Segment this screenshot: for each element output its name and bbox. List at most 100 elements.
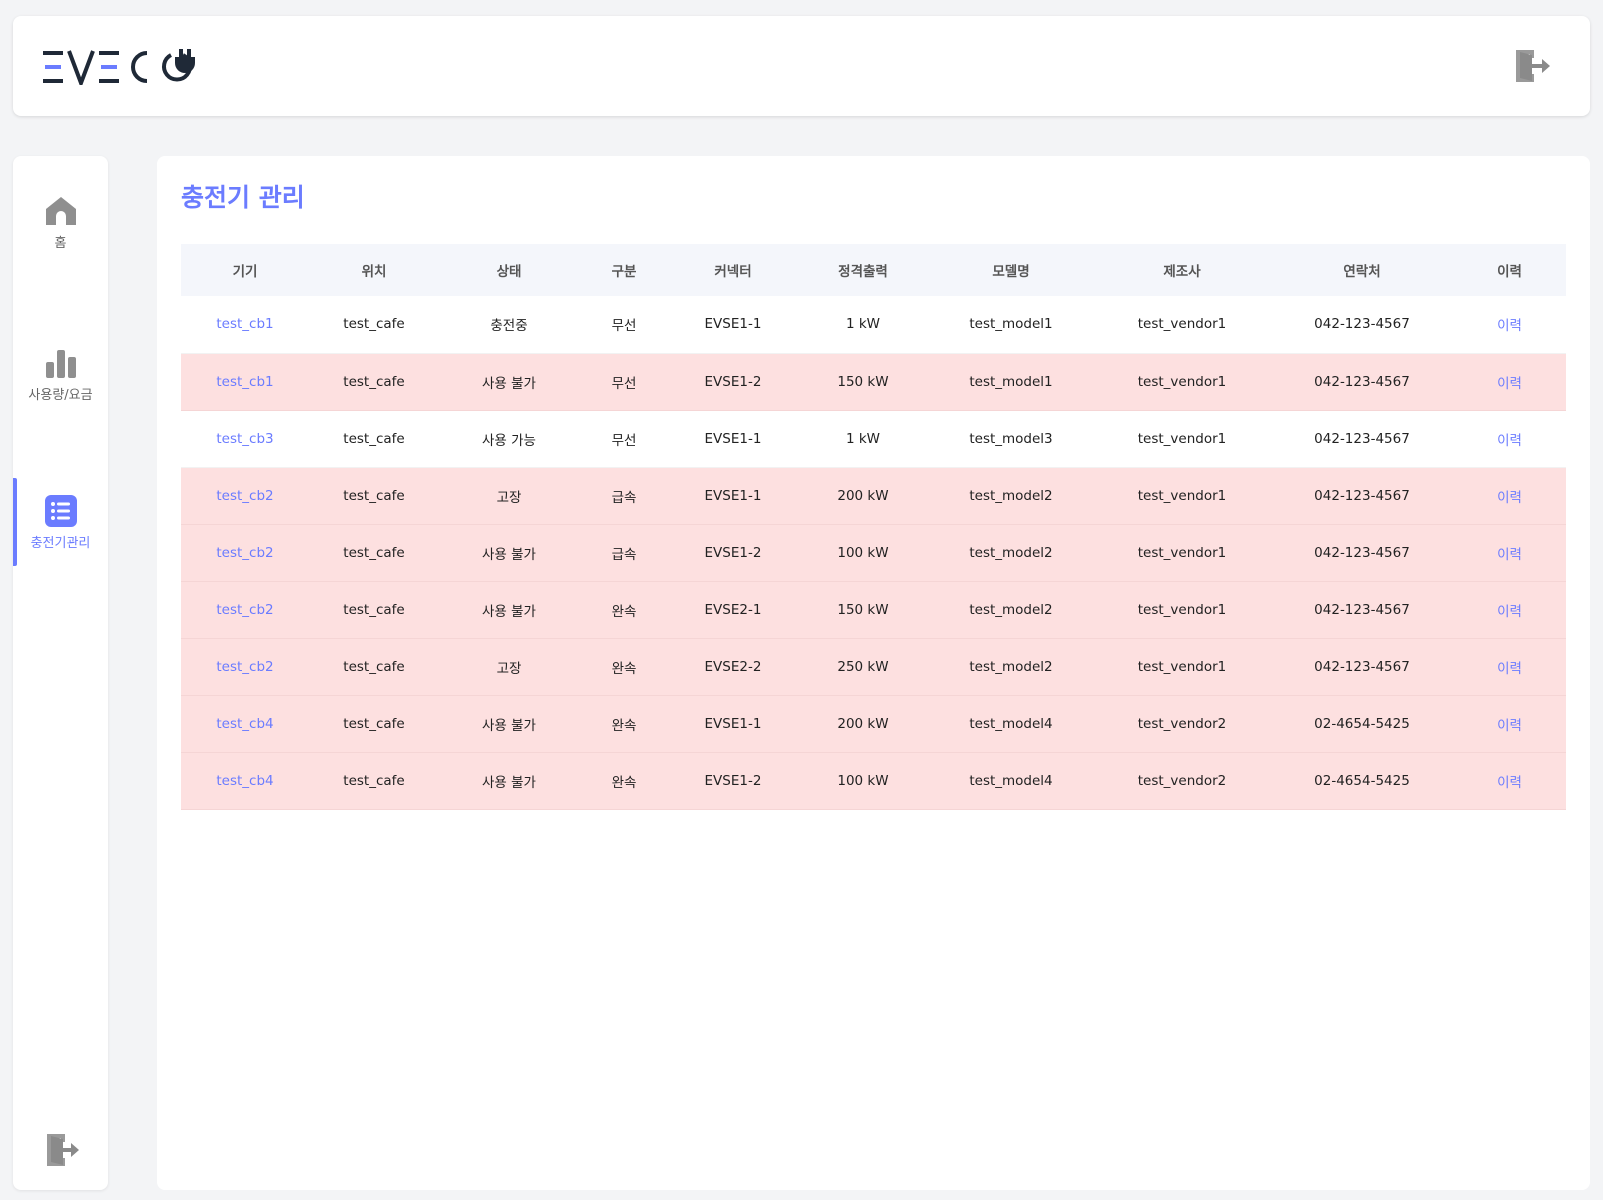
history-link[interactable]: 이력: [1453, 296, 1566, 353]
model-cell: test_model2: [969, 601, 1053, 618]
rated-output-cell: 1 kW: [845, 316, 881, 333]
device-cell[interactable]: test_cb2: [181, 467, 309, 524]
history-link[interactable]: 이력: [1453, 467, 1566, 524]
history-link[interactable]: 이력: [1453, 410, 1566, 467]
rated-output-cell: 250 kW: [837, 658, 889, 675]
status-cell: 사용 불가: [482, 717, 536, 734]
history-link[interactable]: 이력: [1453, 353, 1566, 410]
table-row[interactable]: test_cb2 test_cafe 사용 불가 완속 EVSE2-1 150 kW tes…: [181, 581, 1566, 638]
device-cell[interactable]: test_cb2: [181, 524, 309, 581]
status-cell: 충전중: [490, 318, 528, 335]
vendor-cell: test_vendor1: [1137, 316, 1227, 333]
history-link[interactable]: 이력: [1453, 638, 1566, 695]
sidebar-item-charger-management[interactable]: 충전기관리: [13, 478, 108, 566]
table-row[interactable]: test_cb2 test_cafe 사용 불가 급속 EVSE1-2 100 kW tes…: [181, 524, 1566, 581]
device-cell[interactable]: test_cb2: [181, 581, 309, 638]
location-cell: test_cafe: [343, 715, 405, 732]
connector-cell: EVSE1-1: [704, 715, 762, 732]
device-cell[interactable]: test_cb2: [181, 638, 309, 695]
table-row[interactable]: test_cb1 test_cafe 사용 불가 무선 EVSE1-2 150 kW tes…: [181, 353, 1566, 410]
vendor-cell: test_vendor2: [1137, 772, 1227, 789]
contact-cell: 042-123-4567: [1314, 601, 1410, 618]
contact-cell: 042-123-4567: [1314, 544, 1410, 561]
sidebar-item-label: 사용량/요금: [28, 387, 93, 403]
type-cell: 급속: [611, 546, 637, 563]
column-header: 위치: [361, 264, 387, 280]
model-cell: test_model4: [969, 715, 1053, 732]
column-header: 모델명: [992, 264, 1030, 280]
contact-cell: 042-123-4567: [1314, 316, 1410, 333]
table-row[interactable]: test_cb3 test_cafe 사용 가능 무선 EVSE1-1 1 kW test_…: [181, 410, 1566, 467]
column-header: 구분: [611, 264, 637, 280]
device-cell[interactable]: test_cb1: [181, 296, 309, 353]
connector-cell: EVSE1-2: [704, 772, 762, 789]
history-link[interactable]: 이력: [1453, 524, 1566, 581]
sidebar-item-usage[interactable]: 사용량/요금: [13, 330, 108, 418]
device-cell[interactable]: test_cb4: [181, 752, 309, 809]
device-cell[interactable]: test_cb3: [181, 410, 309, 467]
device-cell[interactable]: test_cb4: [181, 695, 309, 752]
connector-cell: EVSE1-1: [704, 487, 762, 504]
model-cell: test_model3: [969, 430, 1053, 447]
contact-cell: 02-4654-5425: [1314, 715, 1410, 732]
connector-cell: EVSE2-1: [704, 601, 762, 618]
column-header: 상태: [496, 264, 522, 280]
contact-cell: 042-123-4567: [1314, 373, 1410, 390]
history-link[interactable]: 이력: [1453, 581, 1566, 638]
vendor-cell: test_vendor1: [1137, 430, 1227, 447]
table-row[interactable]: test_cb2 test_cafe 고장 급속 EVSE1-1 200 kW test_m…: [181, 467, 1566, 524]
table-row[interactable]: test_cb2 test_cafe 고장 완속 EVSE2-2 250 kW test_m…: [181, 638, 1566, 695]
column-header: 기기: [232, 264, 258, 280]
rated-output-cell: 200 kW: [837, 715, 889, 732]
charger-table: 기기 위치 상태 구분 커넥터 정격출력 모델명 제조사 연락처 이력 test…: [181, 244, 1566, 810]
status-cell: 사용 불가: [482, 546, 536, 563]
connector-cell: EVSE2-2: [704, 658, 762, 675]
sidebar: 홈 사용량/요금 충전기관리: [13, 156, 108, 1190]
model-cell: test_model1: [969, 316, 1053, 333]
device-cell[interactable]: test_cb1: [181, 353, 309, 410]
connector-cell: EVSE1-1: [704, 430, 762, 447]
column-header: 정격출력: [838, 264, 888, 280]
status-cell: 사용 가능: [482, 432, 536, 449]
type-cell: 급속: [611, 489, 637, 506]
column-header: 이력: [1497, 264, 1522, 280]
contact-cell: 042-123-4567: [1314, 487, 1410, 504]
rated-output-cell: 150 kW: [837, 373, 889, 390]
type-cell: 무선: [611, 375, 637, 392]
status-cell: 사용 불가: [482, 375, 536, 392]
type-cell: 무선: [611, 432, 637, 449]
location-cell: test_cafe: [343, 544, 405, 561]
model-cell: test_model4: [969, 772, 1053, 789]
logout-icon[interactable]: [43, 1130, 79, 1170]
logout-icon[interactable]: [1510, 46, 1550, 86]
status-cell: 사용 불가: [482, 774, 536, 791]
history-link[interactable]: 이력: [1453, 695, 1566, 752]
table-row[interactable]: test_cb4 test_cafe 사용 불가 완속 EVSE1-1 200 kW tes…: [181, 695, 1566, 752]
type-cell: 완속: [611, 717, 637, 734]
sidebar-item-label: 충전기관리: [30, 535, 91, 551]
top-header: [13, 16, 1590, 116]
type-cell: 완속: [611, 774, 637, 791]
location-cell: test_cafe: [343, 373, 405, 390]
vendor-cell: test_vendor1: [1137, 544, 1227, 561]
history-link[interactable]: 이력: [1453, 752, 1566, 809]
eveco-logo[interactable]: [43, 49, 203, 85]
connector-cell: EVSE1-1: [704, 316, 762, 333]
location-cell: test_cafe: [343, 658, 405, 675]
rated-output-cell: 1 kW: [845, 430, 881, 447]
location-cell: test_cafe: [343, 772, 405, 789]
table-row[interactable]: test_cb1 test_cafe 충전중 무선 EVSE1-1 1 kW test_mo…: [181, 296, 1566, 353]
table-row[interactable]: test_cb4 test_cafe 사용 불가 완속 EVSE1-2 100 kW tes…: [181, 752, 1566, 809]
contact-cell: 042-123-4567: [1314, 658, 1410, 675]
column-header: 커넥터: [714, 264, 752, 280]
model-cell: test_model2: [969, 487, 1053, 504]
model-cell: test_model2: [969, 658, 1053, 675]
type-cell: 완속: [611, 660, 637, 677]
column-header: 제조사: [1163, 264, 1201, 280]
contact-cell: 02-4654-5425: [1314, 772, 1410, 789]
sidebar-item-label: 홈: [54, 235, 67, 251]
sidebar-item-home[interactable]: 홈: [13, 178, 108, 266]
bar-chart-icon: [45, 349, 76, 378]
status-cell: 고장: [496, 489, 522, 506]
type-cell: 무선: [611, 318, 637, 335]
